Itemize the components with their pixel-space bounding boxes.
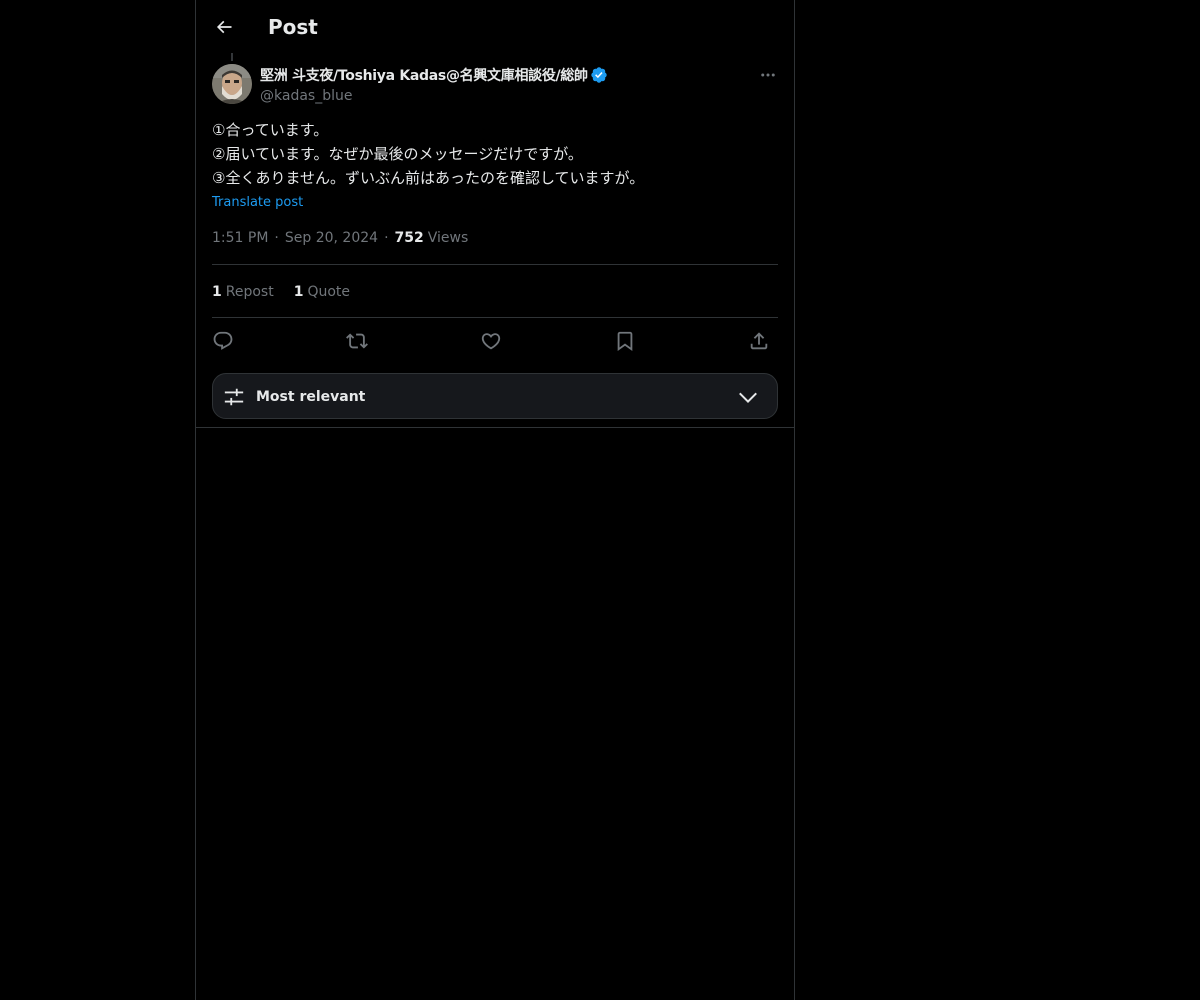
share-button[interactable] [746, 328, 772, 354]
arrow-left-icon [214, 17, 234, 37]
sort-replies-dropdown[interactable]: Most relevant [212, 373, 778, 419]
bookmark-button[interactable] [612, 328, 638, 354]
page-header: Post [196, 0, 794, 53]
verified-badge-icon[interactable] [590, 66, 608, 84]
sliders-icon [223, 386, 245, 408]
post-text-line: ③全くありません。ずいぶん前はあったのを確認していますが。 [212, 169, 645, 187]
avatar[interactable] [212, 64, 252, 104]
author-name[interactable]: 堅洲 斗支夜/Toshiya Kadas@名興文庫相談役/総帥 [260, 65, 588, 85]
reply-icon [212, 330, 234, 352]
divider [212, 317, 778, 318]
reposts-label: Repost [225, 284, 274, 300]
quotes-label: Quote [307, 284, 351, 300]
quotes-stat[interactable]: 1 Quote [294, 284, 350, 300]
views-label: Views [427, 230, 469, 246]
page-title: Post [268, 15, 318, 39]
author-handle[interactable]: @kadas_blue [260, 86, 740, 106]
quotes-count: 1 [293, 284, 304, 300]
post-text: ①合っています。 ②届いています。なぜか最後のメッセージだけですが。 ③全くあり… [212, 118, 778, 190]
action-bar [212, 328, 778, 354]
divider [212, 264, 778, 265]
thread-connector-line [231, 53, 233, 61]
repost-button[interactable] [344, 328, 370, 354]
sort-label: Most relevant [256, 389, 366, 405]
like-button[interactable] [478, 328, 504, 354]
like-icon [480, 330, 502, 352]
post-column: Post 堅洲 斗支夜/Toshiya Kadas@名興文庫相談役/総帥 @ka… [195, 0, 795, 1000]
translate-post-link[interactable]: Translate post [212, 193, 303, 213]
post-text-line: ②届いています。なぜか最後のメッセージだけですが。 [212, 145, 583, 163]
views-count: 752 [394, 230, 424, 246]
chevron-down-icon [737, 386, 759, 408]
share-icon [748, 330, 770, 352]
back-button[interactable] [208, 11, 240, 43]
reposts-count: 1 [212, 284, 222, 300]
more-options-button[interactable] [752, 64, 784, 86]
divider [196, 427, 794, 428]
more-horizontal-icon [759, 66, 777, 84]
repost-icon [346, 330, 368, 352]
reply-button[interactable] [210, 328, 236, 354]
post-meta: 1:51 PM · Sep 20, 2024 · 752 Views [212, 227, 468, 249]
post-date[interactable]: Sep 20, 2024 [285, 230, 378, 246]
reposts-stat[interactable]: 1 Repost [212, 284, 274, 300]
author-name-row: 堅洲 斗支夜/Toshiya Kadas@名興文庫相談役/総帥 [260, 64, 740, 86]
author-info: 堅洲 斗支夜/Toshiya Kadas@名興文庫相談役/総帥 @kadas_b… [260, 64, 740, 106]
engagement-stats: 1 Repost 1 Quote [212, 280, 370, 304]
post-time[interactable]: 1:51 PM [212, 230, 268, 246]
meta-separator: · [274, 230, 279, 246]
bookmark-icon [614, 330, 636, 352]
post-text-line: ①合っています。 [212, 121, 329, 139]
meta-separator: · [384, 230, 389, 246]
